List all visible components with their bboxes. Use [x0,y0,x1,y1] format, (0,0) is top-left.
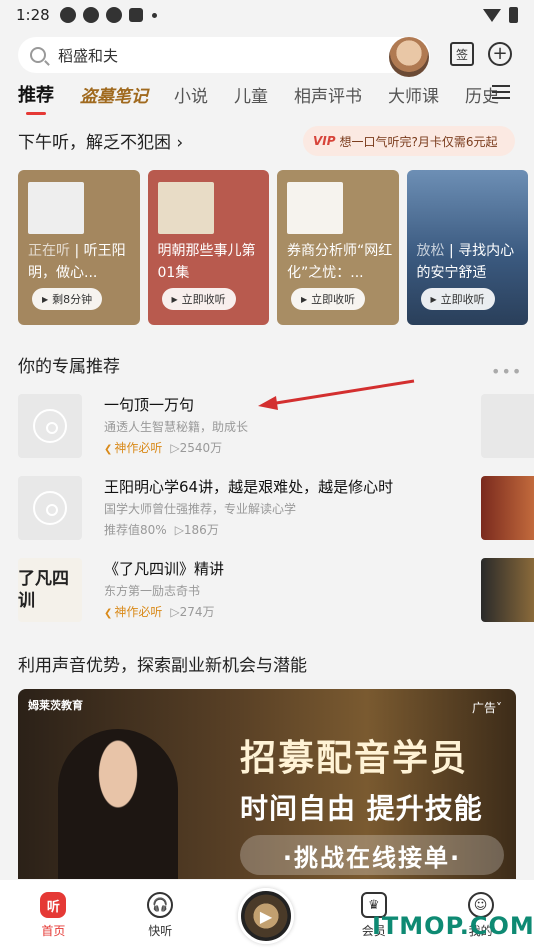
play-count: ▷274万 [170,605,215,619]
wifi-icon [483,8,501,22]
item-title: 《了凡四训》精讲 [104,560,225,578]
vip-tag: VIP [313,134,336,148]
battery-icon [509,7,518,23]
album-cover: 了凡四训 [18,558,82,622]
notification-icon [105,7,122,23]
tab-crosstalk[interactable]: 相声评书 [294,82,362,107]
item-subtitle: 通透人生智慧秘籍，助成长 [104,420,249,434]
now-playing-button[interactable]: ▶ [238,888,294,944]
card-cover [287,182,343,234]
notification-icon [59,7,76,23]
card-row: 正在听 | 听王阳明，做心... 剩8分钟 明朝那些事儿第01集 立即收听 券商… [18,170,528,325]
ad-tag-label: 广告 [472,701,497,715]
item-badge: 神作必听 [104,605,162,619]
tab-daomu[interactable]: 盗墓笔记 [80,82,148,107]
app-icon [128,8,143,22]
tab-novel[interactable]: 小说 [174,82,208,107]
item-title: 一句顶一万句 [104,396,195,414]
play-count: ▷2540万 [170,441,223,455]
tab-children[interactable]: 儿童 [234,82,268,107]
play-icon: ▶ [259,906,273,926]
search-icon [30,47,46,63]
audio-card[interactable]: 正在听 | 听王阳明，做心... 剩8分钟 [18,170,140,325]
tab-recommend[interactable]: 推荐 [18,81,54,115]
annotation-arrow [258,379,415,410]
audio-card[interactable]: 券商分析师“网红化”之忧：... 立即收听 [277,170,399,325]
album-thumb [18,476,82,540]
ad-person-image [58,729,178,879]
side-thumb[interactable] [481,558,534,622]
more-notifications-icon [151,12,157,18]
section-title[interactable]: 下午听，解乏不犯困 › [18,128,183,153]
watermark: ITMOP.COM [372,912,534,940]
ad-headline: 招募配音学员 [240,738,469,779]
card-button[interactable]: 立即收听 [161,288,236,310]
nav-home-label: 首页 [41,924,66,938]
ad-tag[interactable]: 广告˅ [472,699,502,716]
vip-text: 想一口气听完?月卡仅需6元起 [339,134,498,149]
item-subtitle: 国学大师曾仕强推荐，专业解读心学 [104,502,297,516]
disc-icon [33,491,67,525]
add-button[interactable]: + [488,42,512,66]
play-count: ▷186万 [174,523,219,537]
ad-section-title: 利用声音优势，探索副业新机会与潜能 [18,656,307,676]
recommend-title: 你的专属推荐 [18,357,120,377]
audio-card[interactable]: 明朝那些事儿第01集 立即收听 [147,170,269,325]
audio-card[interactable]: 放松 | 寻找内心的安宁舒适 立即收听 [406,170,528,325]
side-thumb[interactable] [481,394,534,458]
card-button[interactable]: 剩8分钟 [32,288,103,310]
search-bar[interactable]: 稻盛和夫 [18,37,430,73]
category-tabs: 推荐 盗墓笔记 小说 儿童 相声评书 大师课 历史 [18,78,518,115]
avatar[interactable] [389,37,429,77]
card-title: 明朝那些事儿第01集 [157,243,256,281]
card-cover [28,182,84,234]
item-badge: 神作必听 [104,441,162,455]
card-button[interactable]: 立即收听 [420,288,495,310]
ad-banner[interactable]: 姆莱茨教育 广告˅ 招募配音学员 时间自由 提升技能 ·挑战在线接单· [18,689,516,879]
side-thumb[interactable] [481,476,534,540]
item-meta: 神作必听 ▷274万 [104,603,215,620]
card-text: 正在听 | 听王阳明，做心... [28,243,126,281]
item-title: 王阳明心学64讲，越是艰难处，越是修心时 [104,478,394,496]
item-score: 推荐值80% [104,523,167,537]
notification-icon [82,7,99,23]
disc-icon [33,409,67,443]
sign-in-button[interactable]: 签 [450,42,474,66]
tab-master[interactable]: 大师课 [388,82,439,107]
menu-icon[interactable] [492,85,510,99]
card-cover [157,182,214,234]
card-title: 券商分析师“网红化”之忧：... [287,243,393,281]
ad-cta: ·挑战在线接单· [240,835,504,875]
list-item[interactable]: 王阳明心学64讲，越是艰难处，越是修心时 国学大师曾仕强推荐，专业解读心学 推荐… [18,476,518,542]
nav-quick-listen-label: 快听 [148,924,173,938]
status-time: 1:28 [16,6,50,24]
nav-home[interactable]: 听 首页 [0,880,107,950]
nav-quick-listen[interactable]: 🎧 快听 [107,880,214,950]
chevron-down-icon: ˅ [496,701,503,715]
item-subtitle: 东方第一励志奇书 [104,584,201,598]
card-status: 放松 [416,243,445,259]
card-button[interactable]: 立即收听 [291,288,366,310]
more-icon[interactable]: ••• [491,362,522,381]
item-meta: 推荐值80% ▷186万 [104,521,219,538]
ad-subline: 时间自由 提升技能 [240,792,483,825]
album-thumb [18,394,82,458]
search-text: 稻盛和夫 [58,46,119,65]
item-meta: 神作必听 ▷2540万 [104,439,222,456]
card-status: 正在听 [28,243,70,259]
status-bar: 1:28 [0,0,534,30]
home-icon: 听 [40,892,67,918]
vip-banner[interactable]: VIP 想一口气听完?月卡仅需6元起 [303,126,515,156]
card-text: 放松 | 寻找内心的安宁舒适 [416,243,515,281]
headphones-icon: 🎧 [147,892,174,918]
ad-brand: 姆莱茨教育 [28,699,83,712]
list-item[interactable]: 了凡四训 《了凡四训》精讲 东方第一励志奇书 神作必听 ▷274万 [18,558,518,624]
